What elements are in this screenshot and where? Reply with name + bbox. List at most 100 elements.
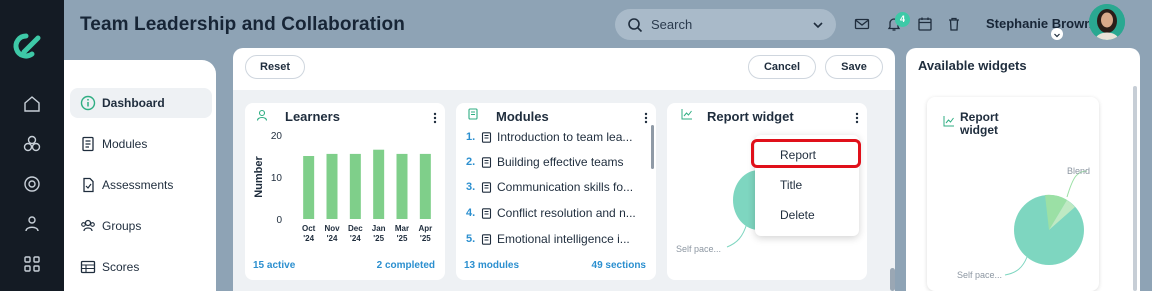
item-number: 1.	[466, 131, 476, 143]
item-number: 3.	[466, 181, 476, 193]
x-tick-label: Dec	[348, 224, 363, 233]
cancel-button[interactable]: Cancel	[748, 55, 816, 79]
home-icon[interactable]	[22, 94, 42, 114]
book-icon	[481, 157, 492, 168]
chevron-down-icon[interactable]	[808, 15, 828, 35]
nav-item-groups[interactable]: Groups	[70, 211, 212, 241]
book-icon	[481, 132, 492, 143]
avatar-image	[1089, 4, 1125, 40]
list-item[interactable]: 1. Introduction to team lea...	[466, 130, 646, 146]
bar	[349, 153, 361, 219]
bar	[419, 153, 431, 219]
list-item[interactable]: 2. Building effective teams	[466, 155, 646, 171]
book-icon	[481, 208, 492, 219]
list-item[interactable]: 5. Emotional intelligence i...	[466, 232, 646, 248]
pie-label-self-paced: Self pace...	[676, 244, 722, 254]
save-button[interactable]: Save	[825, 55, 883, 79]
nav-item-assessments[interactable]: Assessments	[70, 170, 212, 200]
document-check-icon	[83, 177, 94, 193]
x-tick-label: '25	[420, 234, 431, 243]
mail-icon[interactable]	[854, 16, 870, 32]
widget-title: Learners	[285, 109, 340, 124]
target-icon[interactable]	[22, 174, 42, 194]
y-tick-label: 10	[271, 173, 283, 184]
panel-scrollbar[interactable]	[1133, 86, 1137, 291]
x-tick-label: Jan	[372, 224, 386, 233]
learners-bar-chart: Number01020Oct'24Nov'24Dec'24Jan'25Mar'2…	[253, 131, 432, 243]
search-box[interactable]: Search	[615, 9, 836, 40]
avatar-dropdown[interactable]	[1051, 28, 1063, 40]
kebab-menu-icon[interactable]	[644, 112, 648, 124]
reset-button[interactable]: Reset	[245, 55, 305, 79]
footer-modules-count: 13 modules	[464, 260, 520, 271]
item-number: 2.	[466, 156, 476, 168]
bar	[326, 153, 338, 219]
book-icon	[481, 182, 492, 193]
pie-leader-line	[1004, 256, 1028, 276]
x-tick-label: '24	[350, 234, 361, 243]
nav-label: Modules	[102, 137, 148, 151]
page-title: Team Leadership and Collaboration	[80, 14, 405, 35]
module-name: Building effective teams	[497, 155, 624, 169]
menu-item-delete[interactable]: Delete	[755, 200, 859, 228]
list-item[interactable]: 4. Conflict resolution and n...	[466, 206, 646, 222]
list-scrollbar[interactable]	[651, 125, 654, 169]
app-rail	[0, 0, 64, 291]
nav-item-scores[interactable]: Scores	[70, 252, 212, 282]
nav-label: Scores	[102, 260, 140, 274]
user-name[interactable]: Stephanie Brown	[986, 16, 1092, 31]
x-tick-label: Nov	[324, 224, 340, 233]
avatar[interactable]	[1089, 4, 1125, 40]
modules-widget[interactable]: Modules 1. Introduction to team lea... 2…	[456, 103, 656, 280]
item-number: 5.	[466, 233, 476, 245]
bar	[396, 153, 408, 219]
nav-label: Dashboard	[102, 96, 165, 110]
x-tick-label: Mar	[395, 224, 409, 233]
side-nav: Dashboard Modules Assessments Groups Sco…	[64, 60, 216, 291]
app-logo[interactable]	[10, 30, 42, 62]
learners-widget[interactable]: Learners Number 0 10 20 Oct '24 Nov '24 Dec '24 Ja…	[245, 103, 445, 280]
search-input[interactable]: Search	[651, 17, 692, 32]
book-icon	[468, 108, 478, 120]
footer-sections-count: 49 sections	[591, 260, 646, 271]
modules-rail-icon[interactable]	[22, 134, 42, 154]
widget-card-report[interactable]: Report widget Blend Self pace...	[927, 97, 1099, 291]
book-icon	[82, 136, 94, 152]
available-widgets-panel: Available widgets Report widget Blend Se…	[906, 48, 1140, 291]
list-item[interactable]: 3. Communication skills fo...	[466, 180, 646, 196]
pie-label-blend: Blend	[1067, 166, 1091, 176]
nav-item-dashboard[interactable]: Dashboard	[70, 88, 212, 118]
pie-leader-line	[726, 222, 748, 248]
table-icon	[80, 260, 96, 274]
info-icon	[80, 95, 96, 111]
x-tick-label: Apr	[418, 224, 432, 233]
footer-active: 15 active	[253, 260, 296, 271]
widget-title: Modules	[496, 109, 549, 124]
people-icon[interactable]	[22, 214, 42, 234]
top-header: Team Leadership and Collaboration Search…	[64, 0, 1152, 48]
module-name: Communication skills fo...	[497, 180, 634, 194]
module-name: Emotional intelligence i...	[497, 232, 630, 246]
canvas-scrollbar[interactable]	[890, 268, 895, 291]
calendar-icon[interactable]	[917, 16, 933, 32]
users-icon	[81, 219, 95, 232]
module-name: Conflict resolution and n...	[497, 206, 636, 220]
menu-label: Title	[780, 178, 803, 192]
highlight-outline	[751, 139, 861, 168]
grid-icon[interactable]	[22, 254, 42, 274]
book-icon	[481, 234, 492, 245]
nav-item-modules[interactable]: Modules	[70, 129, 212, 159]
pie-label-self-paced: Self pace...	[957, 270, 1003, 280]
x-tick-label: '25	[397, 234, 408, 243]
y-tick-label: 20	[271, 131, 283, 142]
chevron-down-icon	[1054, 33, 1060, 38]
notification-badge: 4	[895, 12, 910, 27]
item-number: 4.	[466, 207, 476, 219]
nav-label: Groups	[102, 219, 142, 233]
trash-icon[interactable]	[946, 16, 962, 32]
footer-completed: 2 completed	[376, 260, 435, 271]
nav-label: Assessments	[102, 178, 174, 192]
search-icon	[628, 18, 643, 33]
x-tick-label: '24	[303, 234, 314, 243]
menu-item-title[interactable]: Title	[755, 170, 859, 198]
